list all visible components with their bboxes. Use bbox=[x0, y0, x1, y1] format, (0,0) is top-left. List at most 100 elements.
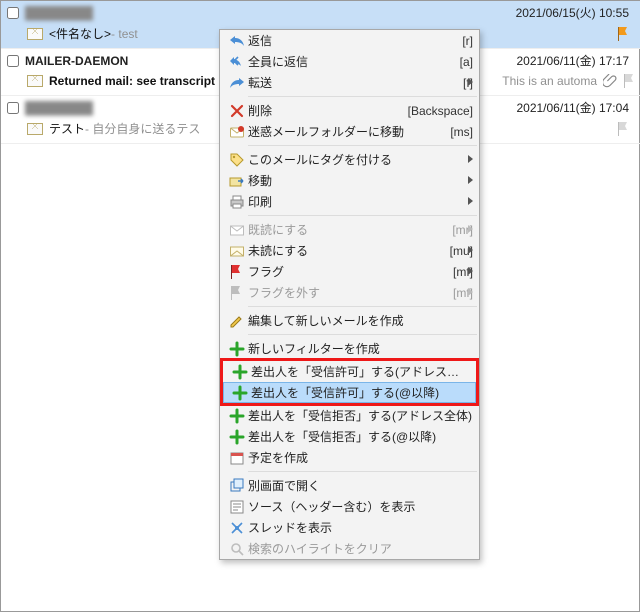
menu-item-label: フラグ bbox=[248, 263, 447, 280]
menu-separator bbox=[248, 215, 477, 216]
menu-item[interactable]: 別画面で開く bbox=[220, 475, 479, 496]
read-icon bbox=[226, 222, 248, 238]
unread-icon bbox=[226, 243, 248, 259]
plus-icon bbox=[226, 408, 248, 424]
cal-icon bbox=[226, 450, 248, 466]
menu-item-shortcut: [r] bbox=[456, 34, 473, 48]
menu-item[interactable]: 迷惑メールフォルダーに移動[ms] bbox=[220, 121, 479, 142]
menu-item-label: スレッドを表示 bbox=[248, 519, 473, 536]
message-date: 2021/06/11(金) 17:17 bbox=[516, 52, 640, 69]
menu-item[interactable]: 予定を作成 bbox=[220, 447, 479, 468]
menu-item[interactable]: 新しいフィルターを作成 bbox=[220, 338, 479, 359]
submenu-arrow-icon bbox=[468, 78, 473, 86]
menu-item: フラグを外す[mf] bbox=[220, 282, 479, 303]
submenu-arrow-icon bbox=[468, 288, 473, 296]
menu-item: 検索のハイライトをクリア bbox=[220, 538, 479, 559]
sender-name: ████████ bbox=[25, 101, 93, 115]
highlighted-group: 差出人を「受信許可」する(アドレス全体) 差出人を「受信許可」する(@以降) bbox=[220, 358, 479, 406]
menu-item-label: このメールにタグを付ける bbox=[248, 151, 473, 168]
menu-item-label: 差出人を「受信許可」する(アドレス全体) bbox=[251, 363, 470, 380]
sender-name: ████████ bbox=[25, 6, 93, 20]
menu-item-label: 差出人を「受信拒否」する(アドレス全体) bbox=[248, 407, 473, 424]
menu-item[interactable]: 差出人を「受信拒否」する(アドレス全体) bbox=[220, 405, 479, 426]
context-menu: 返信[r]全員に返信[a]転送[f]削除[Backspace]迷惑メールフォルダ… bbox=[219, 29, 480, 560]
menu-item[interactable]: 転送[f] bbox=[220, 72, 479, 93]
menu-item[interactable]: 移動 bbox=[220, 170, 479, 191]
tag-icon bbox=[226, 152, 248, 168]
menu-item-label: 検索のハイライトをクリア bbox=[248, 540, 473, 557]
plus-icon bbox=[226, 341, 248, 357]
submenu-arrow-icon bbox=[468, 246, 473, 254]
flag-icon[interactable] bbox=[617, 26, 631, 42]
menu-item-label: 全員に返信 bbox=[248, 53, 454, 70]
unflag-icon bbox=[226, 285, 248, 301]
menu-item[interactable]: 編集して新しいメールを作成 bbox=[220, 310, 479, 331]
menu-item-label: 別画面で開く bbox=[248, 477, 473, 494]
menu-item[interactable]: 差出人を「受信許可」する(アドレス全体) bbox=[223, 361, 476, 382]
flag-icon bbox=[226, 264, 248, 280]
thread-icon bbox=[226, 520, 248, 536]
menu-item[interactable]: 返信[r] bbox=[220, 30, 479, 51]
source-icon bbox=[226, 499, 248, 515]
message-subject: テスト bbox=[49, 120, 85, 137]
message-date: 2021/06/15(火) 10:55 bbox=[516, 4, 640, 21]
menu-separator bbox=[248, 96, 477, 97]
message-subject: <件名なし> bbox=[49, 25, 111, 42]
menu-item[interactable]: 全員に返信[a] bbox=[220, 51, 479, 72]
menu-item-label: ソース（ヘッダー含む）を表示 bbox=[248, 498, 473, 515]
menu-item-label: 転送 bbox=[248, 74, 457, 91]
plus-icon bbox=[226, 429, 248, 445]
message-subject: Returned mail: see transcript bbox=[49, 74, 215, 88]
menu-item[interactable]: 削除[Backspace] bbox=[220, 100, 479, 121]
message-preview: This is an automa bbox=[502, 74, 597, 88]
menu-item-label: 印刷 bbox=[248, 193, 473, 210]
spam-icon bbox=[226, 124, 248, 140]
message-preview: - test bbox=[111, 27, 138, 41]
menu-item-label: フラグを外す bbox=[248, 284, 447, 301]
menu-item[interactable]: 差出人を「受信拒否」する(@以降) bbox=[220, 426, 479, 447]
menu-item-label: 返信 bbox=[248, 32, 456, 49]
menu-item-label: 未読にする bbox=[248, 242, 444, 259]
menu-item-label: 差出人を「受信許可」する(@以降) bbox=[251, 384, 470, 401]
menu-item[interactable]: 印刷 bbox=[220, 191, 479, 212]
menu-item: 既読にする[mr] bbox=[220, 219, 479, 240]
attachment-icon bbox=[603, 74, 617, 88]
menu-item[interactable]: スレッドを表示 bbox=[220, 517, 479, 538]
submenu-arrow-icon bbox=[468, 225, 473, 233]
menu-item[interactable]: このメールにタグを付ける bbox=[220, 149, 479, 170]
submenu-arrow-icon bbox=[468, 155, 473, 163]
menu-item[interactable]: 差出人を「受信許可」する(@以降) bbox=[223, 382, 476, 403]
reply-icon bbox=[226, 33, 248, 49]
menu-item-label: 移動 bbox=[248, 172, 473, 189]
menu-item-label: 削除 bbox=[248, 102, 402, 119]
move-icon bbox=[226, 173, 248, 189]
envelope-icon bbox=[27, 28, 43, 40]
message-date: 2021/06/11(金) 17:04 bbox=[516, 99, 640, 116]
menu-item-label: 新しいフィルターを作成 bbox=[248, 340, 473, 357]
submenu-arrow-icon bbox=[468, 267, 473, 275]
row-checkbox[interactable] bbox=[1, 49, 25, 67]
flag-icon[interactable] bbox=[623, 73, 637, 89]
menu-item[interactable]: 未読にする[mu] bbox=[220, 240, 479, 261]
row-checkbox[interactable] bbox=[1, 1, 25, 19]
replyall-icon bbox=[226, 54, 248, 70]
row-checkbox[interactable] bbox=[1, 96, 25, 114]
menu-separator bbox=[248, 306, 477, 307]
menu-separator bbox=[248, 471, 477, 472]
menu-item[interactable]: フラグ[mf] bbox=[220, 261, 479, 282]
menu-item-shortcut: [a] bbox=[454, 55, 473, 69]
menu-separator bbox=[248, 145, 477, 146]
menu-item-shortcut: [Backspace] bbox=[402, 104, 473, 118]
print-icon bbox=[226, 194, 248, 210]
menu-item-shortcut: [ms] bbox=[444, 125, 473, 139]
menu-item[interactable]: ソース（ヘッダー含む）を表示 bbox=[220, 496, 479, 517]
menu-separator bbox=[248, 334, 477, 335]
flag-icon[interactable] bbox=[617, 121, 631, 137]
menu-item-label: 迷惑メールフォルダーに移動 bbox=[248, 123, 444, 140]
sender-name: MAILER-DAEMON bbox=[25, 54, 128, 68]
plus-icon bbox=[229, 364, 251, 380]
search-icon bbox=[226, 541, 248, 557]
menu-item-label: 差出人を「受信拒否」する(@以降) bbox=[248, 428, 473, 445]
menu-item-label: 編集して新しいメールを作成 bbox=[248, 312, 473, 329]
popout-icon bbox=[226, 478, 248, 494]
